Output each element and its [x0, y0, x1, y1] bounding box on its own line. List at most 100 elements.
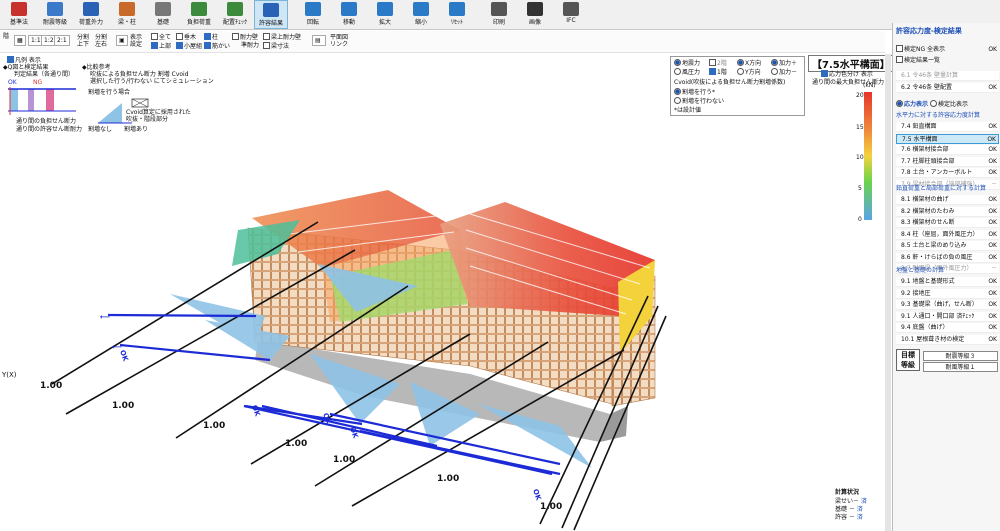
radio-seismic[interactable]: 地震力 — [674, 59, 700, 67]
check-item[interactable]: 8.4 柱（座屈，面外風圧力） OK — [896, 229, 999, 240]
toolbar-result-button[interactable]: 許容結果 — [254, 0, 288, 29]
model-viewport[interactable]: ⟵ ⟵ OK OK OK OK OK 1.00 1.00 1.00 1.00 1… — [0, 54, 885, 531]
check-status: OK — [988, 123, 997, 130]
toolbar-house-roof-button[interactable]: 基準法 — [2, 0, 36, 29]
svg-text:OK: OK — [531, 488, 543, 502]
check-item[interactable]: 8.5 土台と梁のめり込み OK — [896, 241, 999, 251]
toolbar-load-button[interactable]: 荷重外力 — [74, 0, 108, 29]
check-item[interactable]: 7.5 水平構面 OK — [896, 133, 999, 144]
check-item[interactable]: 8.6 軒・けらばの負の風圧 OK — [896, 252, 999, 263]
load-area-icon — [191, 2, 207, 16]
split-horizontal-button[interactable]: 分割 左右 — [95, 34, 107, 48]
check-item-label: 9.1 地盤と基礎形式 — [901, 278, 955, 285]
cb-beam-wall[interactable]: 梁上耐力壁 — [263, 33, 301, 41]
radio-y-direction[interactable]: Y方向 — [737, 68, 761, 76]
toolbar-label: IFC — [566, 17, 576, 24]
check-item[interactable]: 7.6 横架材接合部 OK — [896, 145, 999, 155]
check-item[interactable]: 9.2 接地圧 OK — [896, 288, 999, 299]
radio-load-plus[interactable]: 加力＋ — [771, 59, 797, 67]
result-list-button[interactable]: 検定結果一覧 — [896, 56, 999, 66]
item-6-1[interactable]: 6.1 令46条 壁量計算 — [896, 71, 999, 81]
scale-2-1-button[interactable]: 2:1 — [54, 35, 70, 46]
radio-cvoid-apply[interactable]: 割増を行う* — [674, 88, 715, 96]
dimension-label-6: 1.00 — [437, 474, 459, 484]
toolbar-zoom-out-button[interactable]: 縮小 — [404, 0, 438, 29]
legend-line-11: 割増なし — [88, 126, 113, 133]
cb-floor1[interactable]: 1階 — [709, 68, 727, 76]
split-vertical-button[interactable]: 分割 上下 — [77, 34, 89, 48]
cb-floor2[interactable]: 2階 — [709, 59, 727, 67]
cb-rafter[interactable]: 垂木 — [176, 33, 196, 41]
cvoid-note: *は設計値 — [674, 107, 702, 114]
toolbar-layout-check-button[interactable]: 配置ﾁｪｯｸ — [218, 0, 252, 29]
plan-link-button[interactable]: 平面図 リンク — [330, 34, 348, 48]
check-status: OK — [988, 196, 997, 203]
radio-cvoid-skip[interactable]: 割増を行わない — [674, 97, 724, 105]
display-settings-icon[interactable]: ▣ — [116, 35, 128, 46]
plan-link-icon[interactable]: ▤ — [312, 35, 326, 46]
toolbar-move-button[interactable]: 移動 — [332, 0, 366, 29]
check-item[interactable]: 8.3 横架材のせん断 OK — [896, 218, 999, 228]
legend-line-8: 割増を行う場合 — [88, 89, 131, 96]
scale-tick-20: 20 — [856, 92, 864, 99]
toolbar-print-button[interactable]: 印刷 — [482, 0, 516, 29]
calc-status-row-2: 基礎 － 済 — [835, 506, 863, 513]
group-vertical: 鉛直荷重と局部荷重に対する計算 — [896, 185, 987, 192]
check-item[interactable]: 9.1 地盤と基礎形式 OK — [896, 277, 999, 287]
legend-toggle[interactable]: 凡例 表示 — [7, 56, 41, 64]
check-status: OK — [988, 230, 997, 238]
panel-splitter[interactable] — [885, 54, 891, 531]
radio-wind[interactable]: 風圧力 — [674, 68, 700, 76]
radio-x-direction[interactable]: X方向 — [737, 59, 761, 67]
check-item-label: 9.3 基礎梁（曲げ，せん断） — [901, 301, 978, 308]
cb-bearing-wall[interactable]: 耐力壁 — [232, 33, 258, 41]
cb-attic-frame[interactable]: 小屋組 — [176, 42, 202, 50]
cb-column[interactable]: 柱 — [204, 33, 218, 41]
display-mode-tabs[interactable]: 応力表示 検定比表示 — [896, 100, 999, 110]
radio-load-minus[interactable]: 加力－ — [771, 68, 797, 76]
cb-all[interactable]: 全て — [151, 33, 171, 41]
legend-line-5: ◆比較参考 — [82, 64, 111, 71]
check-item[interactable]: 8.1 横架材の曲げ OK — [896, 195, 999, 205]
side-axis-label: Y(X) — [1, 371, 17, 379]
stress-color-toggle[interactable]: 応力色分け 表示 — [821, 70, 873, 78]
check-item[interactable]: 9.4 底盤（曲げ） OK — [896, 323, 999, 333]
ng-only-toggle[interactable]: 検定NG 全表示 OK — [896, 45, 999, 55]
check-item[interactable]: 9.1 人通口・開口部 済ﾁｪｯｸ OK — [896, 311, 999, 322]
toolbar-zoom-in-button[interactable]: 拡大 — [368, 0, 402, 29]
toolbar-beam-button[interactable]: 梁・柱 — [110, 0, 144, 29]
scale-subtitle: 通り間の最大負担せん断力 — [812, 79, 885, 86]
check-item[interactable]: 10.1 屋根葺き材の検定 OK — [896, 334, 999, 345]
check-item-label: 8.3 横架材のせん断 — [901, 219, 955, 226]
cb-upper[interactable]: 上部 — [151, 42, 171, 50]
toolbar-camera-button[interactable]: 画像 — [518, 0, 552, 29]
check-status: OK — [988, 335, 997, 343]
check-results-panel: 許容応力度-検定結果 検定NG 全表示 OK 検定結果一覧 6.1 令46条 壁量… — [892, 23, 1000, 531]
toolbar-ifc-button[interactable]: IFC — [554, 0, 588, 29]
toolbar-stars-button[interactable]: 耐震等級 — [38, 0, 72, 29]
cb-brace[interactable]: 筋かい — [204, 42, 230, 50]
check-item[interactable]: 8.2 横架材のたわみ OK — [896, 206, 999, 217]
panel-header: 許容応力度-検定結果 — [896, 27, 962, 35]
toolbar-label: 梁・柱 — [117, 19, 136, 26]
check-item[interactable]: 7.8 土台・アンカーボルト OK — [896, 168, 999, 178]
display-settings-button[interactable]: 表示 設定 — [130, 34, 142, 48]
cb-beam-dimension[interactable]: 梁寸法 — [263, 42, 289, 50]
view-toggle-button[interactable]: ▦ — [14, 35, 26, 46]
toolbar-label: 基準法 — [9, 19, 28, 26]
ifc-icon — [563, 2, 579, 16]
toolbar-load-area-button[interactable]: 負担荷重 — [182, 0, 216, 29]
result-icon — [263, 3, 279, 17]
toolbar-rotate-button[interactable]: 回転 — [296, 0, 330, 29]
check-item[interactable]: 9.3 基礎梁（曲げ，せん断） OK — [896, 300, 999, 310]
check-item[interactable]: 7.7 柱脚柱頭接合部 OK — [896, 156, 999, 167]
legend-line-6: 吹抜による負担せん断力 割増 Cvoid — [90, 71, 189, 78]
check-item-label: 8.5 土台と梁のめり込み — [901, 242, 967, 249]
toolbar-label: 耐震等級 — [42, 19, 67, 26]
cb-semi-wall-label: 準耐力 — [241, 42, 260, 49]
toolbar-foundation-button[interactable]: 基礎 — [146, 0, 180, 29]
check-item[interactable]: 7.4 鉛直構面 OK — [896, 122, 999, 132]
toolbar-label: 画像 — [528, 19, 541, 26]
item-6-2[interactable]: 6.2 令46条 壁配置 OK — [896, 83, 999, 93]
toolbar-reset-button[interactable]: ﾘｾｯﾄ — [440, 0, 474, 29]
